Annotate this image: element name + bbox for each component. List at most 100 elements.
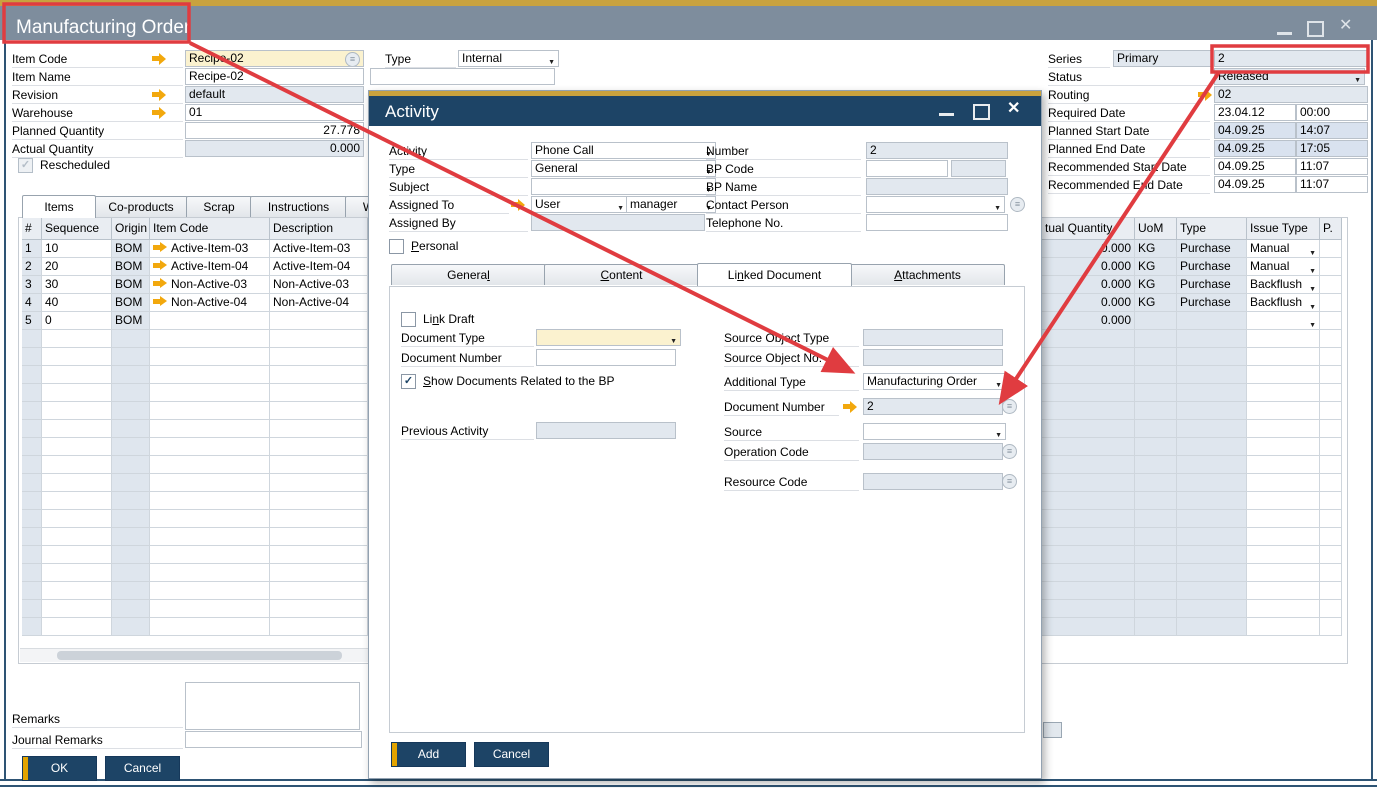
cell-item_code[interactable] [150, 438, 270, 456]
status-dropdown[interactable]: Released ▼ [1214, 68, 1365, 85]
cell-sequence[interactable] [42, 348, 112, 366]
cell-issue_type[interactable] [1247, 348, 1320, 366]
document-number-field[interactable] [536, 349, 676, 366]
cell-num[interactable]: 4 [22, 294, 42, 312]
cell-issue_type[interactable] [1247, 582, 1320, 600]
cell-type[interactable] [1177, 582, 1247, 600]
cell-origin[interactable] [112, 492, 150, 510]
cell-issue_type[interactable] [1247, 618, 1320, 636]
additional-type-dropdown[interactable]: Manufacturing Order ▼ [863, 373, 1006, 390]
cell-issue_type[interactable] [1247, 456, 1320, 474]
series-number-field[interactable]: 2 [1214, 50, 1368, 67]
cell-num[interactable] [22, 492, 42, 510]
cell-num[interactable] [22, 600, 42, 618]
tab-content[interactable]: Content [544, 264, 699, 285]
cell-type[interactable] [1177, 546, 1247, 564]
cell-type[interactable] [1177, 312, 1247, 330]
cell-p[interactable] [1320, 276, 1342, 294]
cell-quantity[interactable] [1042, 600, 1135, 618]
cell-type[interactable]: Purchase [1177, 240, 1247, 258]
cell-item_code[interactable] [150, 492, 270, 510]
cell-type[interactable] [1177, 474, 1247, 492]
cell-uom[interactable] [1135, 474, 1177, 492]
cell-item_code[interactable] [150, 330, 270, 348]
cell-origin[interactable] [112, 402, 150, 420]
cell-uom[interactable] [1135, 402, 1177, 420]
required-time-field[interactable]: 00:00 [1296, 104, 1368, 121]
cell-uom[interactable] [1135, 330, 1177, 348]
cell-item_code[interactable] [150, 384, 270, 402]
tab-linked-document[interactable]: Linked Document [697, 263, 852, 286]
cell-quantity[interactable] [1042, 384, 1135, 402]
cell-origin[interactable]: BOM [112, 312, 150, 330]
cell-quantity[interactable]: 0.000 [1042, 294, 1135, 312]
cell-uom[interactable]: KG [1135, 276, 1177, 294]
cell-issue_type[interactable]: Backflush▼ [1247, 294, 1320, 312]
cell-origin[interactable]: BOM [112, 240, 150, 258]
cell-type[interactable] [1177, 492, 1247, 510]
cell-sequence[interactable] [42, 564, 112, 582]
cell-uom[interactable] [1135, 618, 1177, 636]
cell-quantity[interactable] [1042, 546, 1135, 564]
cell-num[interactable]: 1 [22, 240, 42, 258]
cell-origin[interactable] [112, 546, 150, 564]
cell-description[interactable]: Non-Active-04 [270, 294, 368, 312]
required-date-field[interactable]: 23.04.12 [1214, 104, 1296, 121]
cell-p[interactable] [1320, 600, 1342, 618]
cell-item_code[interactable]: Active-Item-03 [150, 240, 270, 258]
cell-p[interactable] [1320, 348, 1342, 366]
cell-description[interactable] [270, 510, 368, 528]
cell-sequence[interactable] [42, 456, 112, 474]
telephone-field[interactable] [866, 214, 1008, 231]
contact-person-dropdown[interactable]: ▼ [866, 196, 1005, 213]
cell-type[interactable]: Purchase [1177, 294, 1247, 312]
cell-uom[interactable] [1135, 366, 1177, 384]
bp-code-button[interactable] [951, 160, 1006, 177]
cell-item_code[interactable] [150, 564, 270, 582]
cell-num[interactable]: 3 [22, 276, 42, 294]
cell-type[interactable] [1177, 438, 1247, 456]
add-button[interactable]: Add [391, 742, 466, 767]
cell-origin[interactable] [112, 384, 150, 402]
cell-issue_type[interactable] [1247, 420, 1320, 438]
cell-quantity[interactable]: 0.000 [1042, 258, 1135, 276]
maximize-icon[interactable] [1307, 21, 1324, 37]
planned-start-date-field[interactable]: 04.09.25 [1214, 122, 1296, 139]
source-dropdown[interactable]: ▼ [863, 423, 1006, 440]
tab-scrap[interactable]: Scrap [186, 196, 252, 217]
cell-type[interactable] [1177, 600, 1247, 618]
cell-uom[interactable]: KG [1135, 294, 1177, 312]
cell-uom[interactable] [1135, 510, 1177, 528]
cell-uom[interactable] [1135, 456, 1177, 474]
warehouse-field[interactable]: 01 [185, 104, 364, 121]
cell-description[interactable] [270, 474, 368, 492]
cell-description[interactable] [270, 582, 368, 600]
cell-quantity[interactable] [1042, 510, 1135, 528]
planned-end-time-field[interactable]: 17:05 [1296, 140, 1368, 157]
cell-uom[interactable] [1135, 528, 1177, 546]
cell-p[interactable] [1320, 546, 1342, 564]
cell-item_code[interactable] [150, 312, 270, 330]
minimize-icon[interactable] [939, 113, 954, 116]
cell-sequence[interactable]: 0 [42, 312, 112, 330]
maximize-icon[interactable] [973, 104, 990, 120]
cell-description[interactable] [270, 492, 368, 510]
cell-p[interactable] [1320, 618, 1342, 636]
cell-sequence[interactable]: 30 [42, 276, 112, 294]
cell-num[interactable]: 2 [22, 258, 42, 276]
cell-num[interactable] [22, 528, 42, 546]
cell-origin[interactable] [112, 564, 150, 582]
cell-item_code[interactable] [150, 528, 270, 546]
choose-from-list-icon[interactable]: ≡ [1002, 399, 1017, 414]
cell-p[interactable] [1320, 528, 1342, 546]
cell-type[interactable] [1177, 366, 1247, 384]
cell-issue_type[interactable]: Manual▼ [1247, 240, 1320, 258]
cell-issue_type[interactable] [1247, 384, 1320, 402]
cell-issue_type[interactable] [1247, 474, 1320, 492]
cell-sequence[interactable] [42, 330, 112, 348]
cell-description[interactable] [270, 600, 368, 618]
cell-uom[interactable] [1135, 420, 1177, 438]
cell-type[interactable] [1177, 384, 1247, 402]
link-arrow-icon[interactable] [1198, 89, 1213, 101]
cell-quantity[interactable]: 0.000 [1042, 276, 1135, 294]
